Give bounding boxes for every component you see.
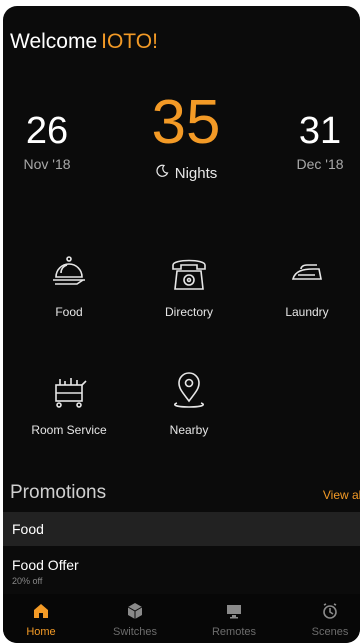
clock-icon: [295, 602, 360, 620]
cube-icon: [100, 602, 170, 620]
view-all-link[interactable]: View all: [323, 488, 360, 502]
service-food[interactable]: Food: [14, 251, 124, 319]
service-label: Food: [55, 305, 83, 319]
nights-label-row: Nights: [131, 164, 241, 182]
food-cloche-icon: [14, 251, 124, 295]
welcome-text: Welcome: [10, 30, 98, 53]
telephone-icon: [134, 251, 244, 295]
iron-icon: [252, 251, 360, 295]
guest-name: IOTO!: [101, 30, 158, 53]
monitor-icon: [199, 602, 269, 620]
service-label: Room Service: [31, 423, 107, 437]
tab-label: Scenes: [311, 626, 349, 638]
tab-switches[interactable]: Switches: [100, 602, 170, 638]
check-in-date: 26 Nov '18: [9, 110, 85, 172]
tab-label: Switches: [112, 626, 158, 638]
check-out-date: 31 Dec '18: [282, 110, 358, 172]
promotion-category-label: Food: [12, 521, 44, 537]
service-label: Laundry: [285, 305, 329, 319]
tab-label: Home: [26, 626, 56, 638]
welcome-heading: Welcome IOTO!: [10, 30, 158, 54]
service-nearby[interactable]: Nearby: [134, 369, 244, 437]
nights-count: 35: [151, 88, 221, 157]
offer-title[interactable]: Food Offer: [12, 557, 79, 573]
service-label: Directory: [164, 305, 213, 319]
check-out-month: Dec '18: [296, 156, 344, 172]
service-label: Nearby: [169, 423, 209, 437]
room-service-cart-icon: [14, 369, 124, 413]
promotions-heading: Promotions: [10, 482, 107, 503]
moon-icon: [155, 164, 169, 182]
promotion-category-row[interactable]: Food: [3, 512, 360, 546]
bottom-tab-bar: Home Switches Remotes Scenes: [3, 594, 360, 643]
tab-label: Remotes: [211, 626, 257, 638]
app-screen: Welcome IOTO! 26 Nov '18 35 Nights 31 Dec…: [3, 6, 360, 643]
tab-scenes[interactable]: Scenes: [295, 602, 360, 638]
service-room-service[interactable]: Room Service: [14, 369, 124, 437]
tab-home[interactable]: Home: [6, 602, 76, 638]
offer-subtitle: 20% off: [12, 576, 43, 586]
service-directory[interactable]: Directory: [134, 251, 244, 319]
home-icon: [6, 602, 76, 620]
nights-label: Nights: [174, 164, 218, 182]
check-out-day: 31: [298, 110, 342, 152]
check-in-day: 26: [25, 110, 69, 152]
check-in-month: Nov '18: [23, 156, 71, 172]
map-pin-icon: [134, 369, 244, 413]
tab-remotes[interactable]: Remotes: [199, 602, 269, 638]
nights-counter: 35 Nights: [131, 90, 241, 182]
service-laundry[interactable]: Laundry: [252, 251, 360, 319]
